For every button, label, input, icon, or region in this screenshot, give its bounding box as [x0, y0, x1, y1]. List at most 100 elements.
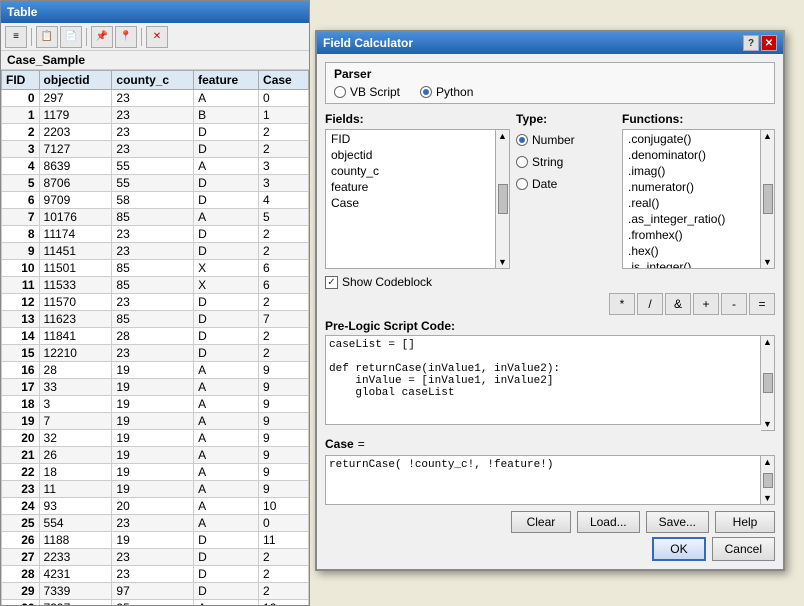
table-row[interactable]: 111153385X6: [2, 277, 309, 294]
python-radio[interactable]: [420, 86, 432, 98]
col-header-feature[interactable]: feature: [194, 71, 259, 90]
field-item-feature[interactable]: feature: [327, 179, 494, 195]
number-radio[interactable]: [516, 134, 528, 146]
date-option[interactable]: Date: [516, 177, 616, 191]
table-row[interactable]: 249320A10: [2, 498, 309, 515]
toolbar-btn-2[interactable]: 📋: [36, 26, 58, 48]
toolbar-btn-delete[interactable]: ✕: [146, 26, 168, 48]
table-row[interactable]: 101150185X6: [2, 260, 309, 277]
functions-listbox[interactable]: .conjugate().denominator().imag().numera…: [622, 129, 761, 269]
pre-logic-scrollbar-thumb[interactable]: [763, 373, 773, 393]
table-row[interactable]: 30739725A12: [2, 600, 309, 606]
toolbar-btn-1[interactable]: ≡: [5, 26, 27, 48]
case-scroll-up[interactable]: ▲: [763, 457, 772, 467]
table-row[interactable]: 26118819D11: [2, 532, 309, 549]
table-row[interactable]: 19719A9: [2, 413, 309, 430]
table-row[interactable]: 141184128D2: [2, 328, 309, 345]
function-item[interactable]: .numerator(): [624, 179, 759, 195]
case-scrollbar-thumb[interactable]: [763, 473, 773, 488]
number-option[interactable]: Number: [516, 133, 616, 147]
function-item[interactable]: .as_integer_ratio(): [624, 211, 759, 227]
vbscript-radio[interactable]: [334, 86, 346, 98]
fields-scroll-up[interactable]: ▲: [498, 131, 507, 141]
table-row[interactable]: 173319A9: [2, 379, 309, 396]
python-option[interactable]: Python: [420, 85, 473, 99]
clear-button[interactable]: Clear: [511, 511, 571, 533]
col-header-objectid[interactable]: objectid: [39, 71, 112, 90]
function-item[interactable]: .fromhex(): [624, 227, 759, 243]
col-header-county_c[interactable]: county_c: [112, 71, 194, 90]
table-row[interactable]: 28423123D2: [2, 566, 309, 583]
case-scroll-down[interactable]: ▼: [763, 493, 772, 503]
table-row[interactable]: 2555423A0: [2, 515, 309, 532]
col-header-case[interactable]: Case: [259, 71, 309, 90]
func-scroll-down[interactable]: ▼: [763, 257, 772, 267]
func-scroll-up[interactable]: ▲: [763, 131, 772, 141]
table-row[interactable]: 29733997D2: [2, 583, 309, 600]
op-plus[interactable]: +: [693, 293, 719, 315]
toolbar-btn-3[interactable]: 📄: [60, 26, 82, 48]
col-header-fid[interactable]: FID: [2, 71, 40, 90]
table-row[interactable]: 231119A9: [2, 481, 309, 498]
help-titlebar-btn[interactable]: ?: [743, 35, 759, 51]
vbscript-option[interactable]: VB Script: [334, 85, 400, 99]
table-row[interactable]: 27223323D2: [2, 549, 309, 566]
help-button[interactable]: Help: [715, 511, 775, 533]
table-row[interactable]: 1117923B1: [2, 107, 309, 124]
table-row[interactable]: 18319A9: [2, 396, 309, 413]
string-option[interactable]: String: [516, 155, 616, 169]
table-row[interactable]: 221819A9: [2, 464, 309, 481]
ok-button[interactable]: OK: [652, 537, 705, 561]
table-row[interactable]: 162819A9: [2, 362, 309, 379]
table-row[interactable]: 203219A9: [2, 430, 309, 447]
table-row[interactable]: 81117423D2: [2, 226, 309, 243]
op-multiply[interactable]: *: [609, 293, 635, 315]
case-editor[interactable]: returnCase( !county_c!, !feature!): [325, 455, 761, 505]
pre-logic-scroll-up[interactable]: ▲: [763, 337, 772, 347]
table-row[interactable]: 151221023D2: [2, 345, 309, 362]
fields-scrollbar-thumb[interactable]: [498, 184, 508, 214]
table-row[interactable]: 6970958D4: [2, 192, 309, 209]
table-row[interactable]: 212619A9: [2, 447, 309, 464]
pre-logic-editor[interactable]: caseList = [] def returnCase(inValue1, i…: [325, 335, 761, 425]
pre-logic-scroll-down[interactable]: ▼: [763, 419, 772, 429]
field-item-case[interactable]: Case: [327, 195, 494, 211]
function-item[interactable]: .denominator(): [624, 147, 759, 163]
op-ampersand[interactable]: &: [665, 293, 691, 315]
field-item-fid[interactable]: FID: [327, 131, 494, 147]
close-titlebar-btn[interactable]: ✕: [761, 35, 777, 51]
data-table-container[interactable]: FIDobjectidcounty_cfeatureCase 029723A01…: [1, 70, 309, 605]
func-scrollbar-thumb[interactable]: [763, 184, 773, 214]
table-row[interactable]: 029723A0: [2, 90, 309, 107]
table-row[interactable]: 121157023D2: [2, 294, 309, 311]
field-item-objectid[interactable]: objectid: [327, 147, 494, 163]
function-item[interactable]: .real(): [624, 195, 759, 211]
op-equals[interactable]: =: [749, 293, 775, 315]
table-row[interactable]: 71017685A5: [2, 209, 309, 226]
fields-listbox[interactable]: FIDobjectidcounty_cfeatureCase: [325, 129, 496, 269]
save-button[interactable]: Save...: [646, 511, 709, 533]
cancel-button[interactable]: Cancel: [712, 537, 775, 561]
string-radio[interactable]: [516, 156, 528, 168]
load-button[interactable]: Load...: [577, 511, 640, 533]
toolbar-btn-5[interactable]: 📍: [115, 26, 137, 48]
fields-scroll-down[interactable]: ▼: [498, 257, 507, 267]
table-row[interactable]: 5870655D3: [2, 175, 309, 192]
table-row[interactable]: 91145123D2: [2, 243, 309, 260]
cell-9-3: D: [194, 243, 259, 260]
table-row[interactable]: 3712723D2: [2, 141, 309, 158]
function-item[interactable]: .conjugate(): [624, 131, 759, 147]
function-item[interactable]: .imag(): [624, 163, 759, 179]
date-radio[interactable]: [516, 178, 528, 190]
function-item[interactable]: .is_integer(): [624, 259, 759, 269]
cell-22-2: 19: [112, 464, 194, 481]
op-divide[interactable]: /: [637, 293, 663, 315]
function-item[interactable]: .hex(): [624, 243, 759, 259]
op-minus[interactable]: -: [721, 293, 747, 315]
field-item-county_c[interactable]: county_c: [327, 163, 494, 179]
table-row[interactable]: 2220323D2: [2, 124, 309, 141]
table-row[interactable]: 131162385D7: [2, 311, 309, 328]
show-codeblock-checkbox[interactable]: [325, 276, 338, 289]
table-row[interactable]: 4863955A3: [2, 158, 309, 175]
toolbar-btn-4[interactable]: 📌: [91, 26, 113, 48]
